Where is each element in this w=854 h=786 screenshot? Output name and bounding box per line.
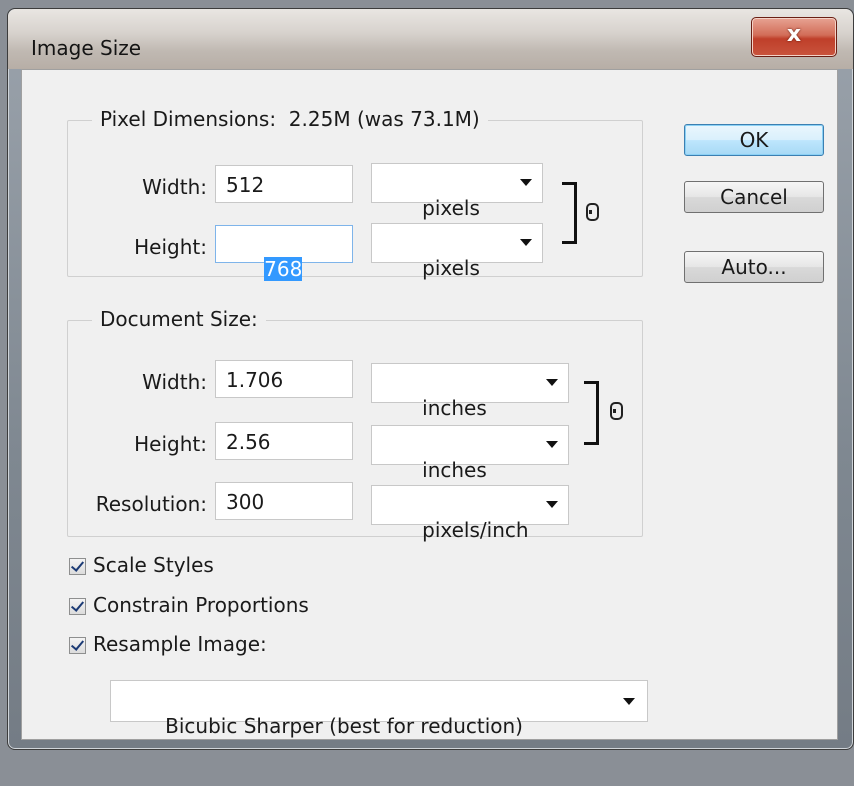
doc-width-unit-select[interactable]: inches (371, 363, 569, 420)
close-icon: x (786, 22, 802, 47)
pixel-width-label: Width: (142, 175, 207, 199)
resolution-field[interactable]: 300 (215, 482, 353, 520)
chevron-down-icon (546, 501, 558, 508)
pixel-height-unit-value: pixels (422, 256, 480, 280)
resolution-unit-value: pixels/inch (422, 518, 529, 542)
link-chain-icon[interactable] (610, 402, 623, 420)
resolution-unit-select[interactable]: pixels/inch (371, 485, 569, 542)
pixel-height-unit-select[interactable]: pixels (371, 223, 543, 280)
resample-image-label[interactable]: Resample Image: (93, 632, 267, 656)
auto-button[interactable]: Auto... (684, 251, 824, 283)
doc-height-field[interactable]: 2.56 (215, 422, 353, 460)
title-bar[interactable]: Image Size x (8, 9, 853, 69)
doc-width-label: Width: (142, 370, 207, 394)
ok-button[interactable]: OK (684, 124, 824, 156)
pixel-width-unit-value: pixels (422, 196, 480, 220)
pixel-height-selected-text: 768 (264, 257, 303, 281)
pixel-width-field[interactable]: 512 (215, 165, 353, 203)
constrain-proportions-checkbox[interactable] (69, 598, 86, 615)
dialog-title: Image Size (31, 36, 142, 60)
chevron-down-icon (520, 179, 532, 186)
resample-image-checkbox[interactable] (69, 637, 86, 654)
document-size-legend: Document Size: (92, 307, 266, 331)
pixel-height-label: Height: (134, 235, 207, 259)
pixel-dimensions-legend: Pixel Dimensions: 2.25M (was 73.1M) (92, 107, 488, 131)
dialog-body: Pixel Dimensions: 2.25M (was 73.1M) Widt… (21, 69, 838, 740)
close-button[interactable]: x (751, 17, 837, 57)
doc-height-unit-value: inches (422, 458, 487, 482)
doc-height-unit-select[interactable]: inches (371, 425, 569, 482)
pixel-width-unit-select[interactable]: pixels (371, 163, 543, 220)
chevron-down-icon (623, 698, 635, 705)
chevron-down-icon (546, 441, 558, 448)
doc-width-field[interactable]: 1.706 (215, 360, 353, 398)
cancel-button[interactable]: Cancel (684, 181, 824, 213)
constrain-proportions-label[interactable]: Constrain Proportions (93, 593, 309, 617)
doc-height-label: Height: (134, 432, 207, 456)
scale-styles-checkbox[interactable] (69, 558, 86, 575)
pixel-height-field[interactable]: 768 (215, 225, 353, 281)
scale-styles-label[interactable]: Scale Styles (93, 553, 214, 577)
image-size-dialog: Image Size x Pixel Dimensions: 2.25M (wa… (7, 8, 854, 750)
resample-method-select[interactable]: Bicubic Sharper (best for reduction) (110, 680, 648, 738)
resolution-label: Resolution: (95, 492, 207, 516)
pixel-link-bracket (562, 182, 577, 244)
doc-link-bracket (584, 381, 599, 445)
doc-width-unit-value: inches (422, 396, 487, 420)
resample-method-value: Bicubic Sharper (best for reduction) (165, 714, 523, 738)
chevron-down-icon (520, 239, 532, 246)
chevron-down-icon (546, 379, 558, 386)
link-chain-icon[interactable] (586, 203, 599, 221)
